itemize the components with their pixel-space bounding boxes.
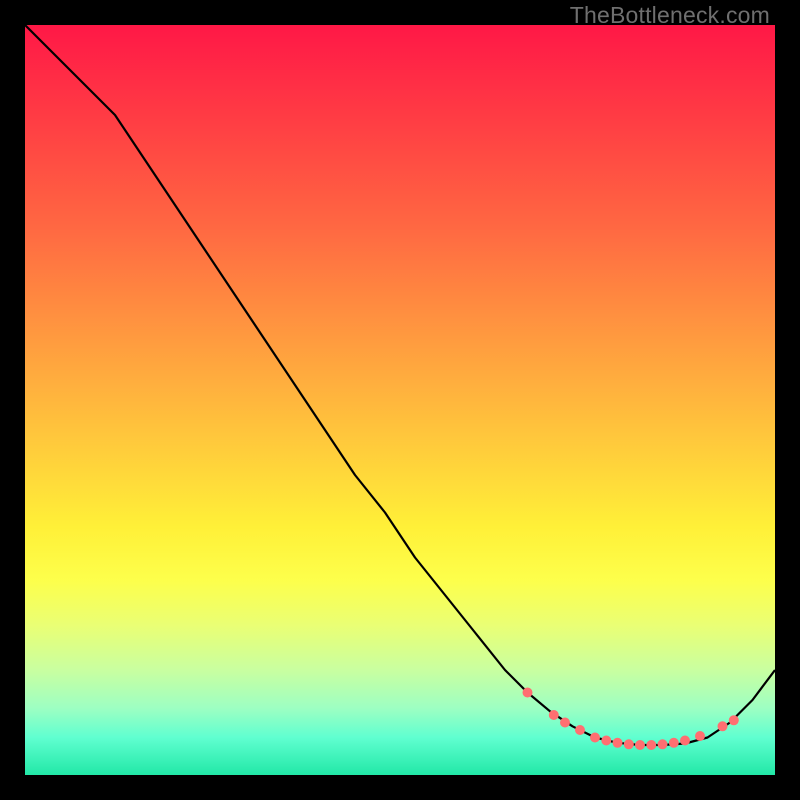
data-marker	[560, 718, 570, 728]
data-marker	[718, 721, 728, 731]
data-marker	[549, 710, 559, 720]
data-marker	[646, 740, 656, 750]
data-marker	[695, 731, 705, 741]
data-marker	[590, 733, 600, 743]
plot-area	[25, 25, 775, 775]
curve-layer	[25, 25, 775, 775]
data-marker	[575, 725, 585, 735]
bottleneck-curve	[25, 25, 775, 745]
data-marker	[680, 736, 690, 746]
data-marker	[729, 715, 739, 725]
data-marker	[669, 738, 679, 748]
chart-stage: TheBottleneck.com	[0, 0, 800, 800]
data-marker	[523, 688, 533, 698]
data-marker	[613, 738, 623, 748]
data-marker	[624, 739, 634, 749]
data-marker	[601, 736, 611, 746]
data-marker	[635, 740, 645, 750]
data-marker	[658, 739, 668, 749]
